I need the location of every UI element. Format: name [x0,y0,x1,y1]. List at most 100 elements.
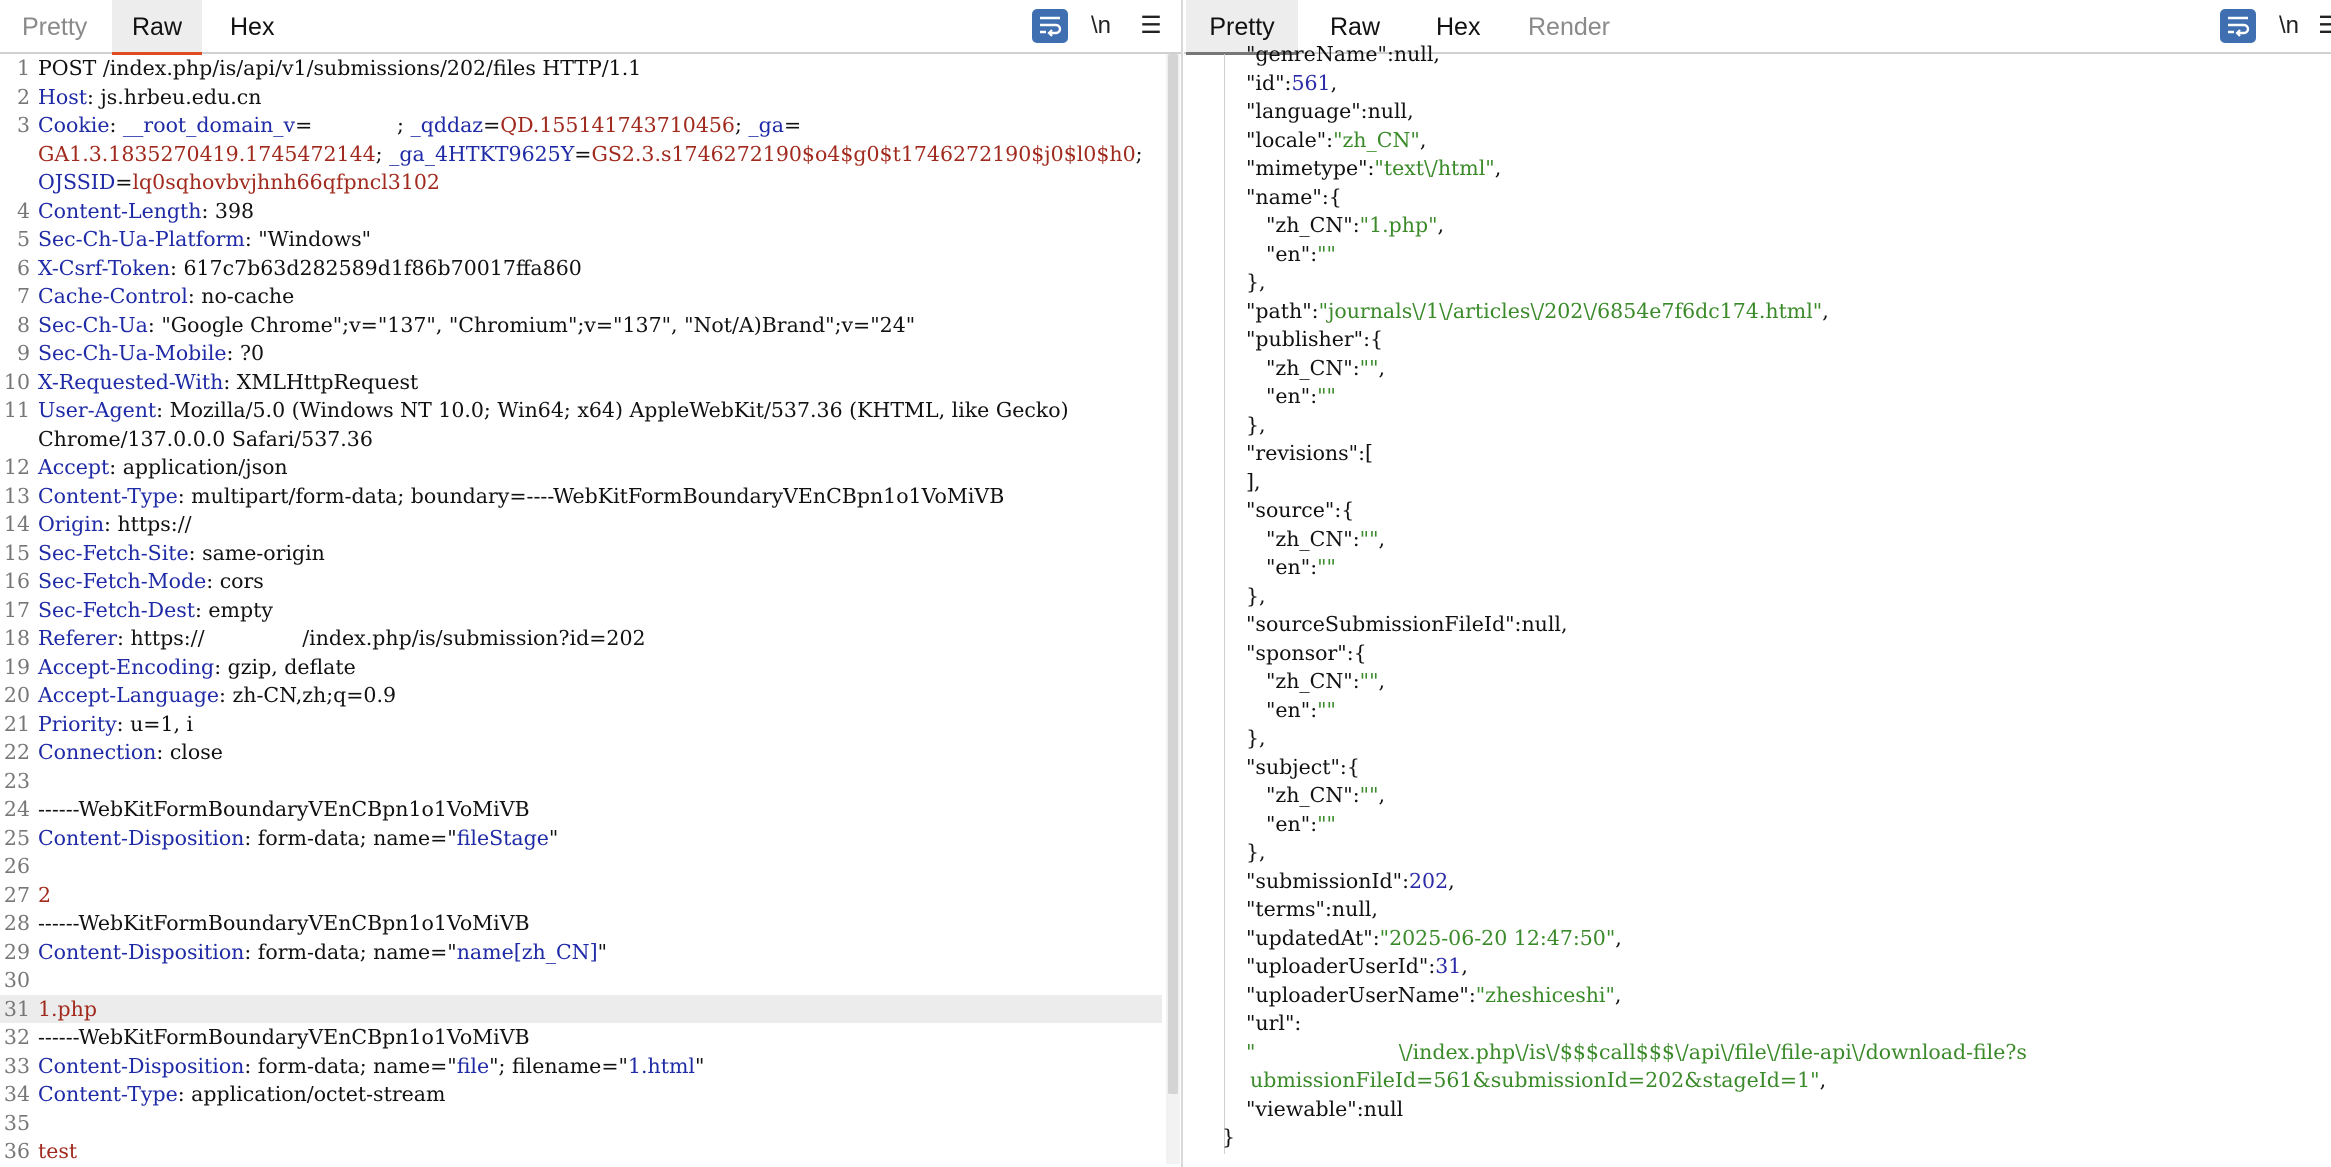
response-line[interactable]: "sponsor":{ [1246,639,1367,668]
response-line[interactable]: }, [1246,268,1266,297]
request-line[interactable]: 3 Cookie: __root_domain_v= ; _qddaz=QD.15… [0,111,1162,140]
response-line[interactable]: "revisions":[ [1246,439,1373,468]
request-line[interactable]: 33 Content-Disposition: form-data; name="… [0,1052,1162,1081]
response-line[interactable]: "zh_CN":"", [1266,781,1385,810]
response-line[interactable]: "uploaderUserName":"zheshiceshi", [1246,981,1621,1010]
response-line[interactable]: "zh_CN":"", [1266,354,1385,383]
response-line[interactable]: }, [1246,724,1266,753]
response-line[interactable]: "zh_CN":"", [1266,667,1385,696]
menu-icon[interactable]: ☰ [1136,8,1166,44]
token: :null, [1386,42,1440,66]
menu-icon[interactable]: ☰ [2318,8,2331,44]
request-line[interactable]: 10 X-Requested-With: XMLHttpRequest [0,368,1162,397]
request-line[interactable]: 5 Sec-Ch-Ua-Platform: "Windows" [0,225,1162,254]
newline-toggle-icon[interactable]: \n [1086,8,1116,44]
request-line[interactable]: GA1.3.1835270419.1745472144; _ga_4HTKT96… [0,140,1162,169]
response-line[interactable]: "en":"" [1266,240,1336,269]
request-line[interactable]: 1 POST /index.php/is/api/v1/submissions/2… [0,54,1162,83]
response-line[interactable]: "mimetype":"text\/html", [1246,154,1501,183]
response-line[interactable]: "locale":"zh_CN", [1246,126,1426,155]
response-line[interactable]: "viewable":null [1246,1095,1403,1124]
request-line[interactable]: 25 Content-Disposition: form-data; name="… [0,824,1162,853]
response-line[interactable]: "source":{ [1246,496,1354,525]
response-line[interactable]: "updatedAt":"2025-06-20 12:47:50", [1246,924,1622,953]
request-line[interactable]: 12 Accept: application/json [0,453,1162,482]
raw-request-editor[interactable]: 1 POST /index.php/is/api/v1/submissions/2… [0,54,1181,1167]
response-line[interactable]: "language":null, [1246,97,1414,126]
request-line[interactable]: 32 ------WebKitFormBoundaryVEnCBpn1o1VoMi… [0,1023,1162,1052]
token: "id" [1246,70,1285,95]
request-line[interactable]: 29 Content-Disposition: form-data; name="… [0,938,1162,967]
request-line[interactable]: 31 1.php [0,994,1162,1023]
request-line[interactable]: 16 Sec-Fetch-Mode: cors [0,567,1162,596]
response-line[interactable]: }, [1246,411,1266,440]
request-line[interactable]: OJSSID=lq0sqhovbvjhnh66qfpncl3102 [0,168,1162,197]
response-line[interactable]: "en":"" [1266,382,1336,411]
response-line[interactable]: "zh_CN":"", [1266,525,1385,554]
request-line[interactable]: 27 2 [0,881,1162,910]
request-line[interactable]: 19 Accept-Encoding: gzip, deflate [0,653,1162,682]
request-line[interactable]: 11 User-Agent: Mozilla/5.0 (Windows NT 10… [0,396,1162,425]
request-line[interactable]: 24 ------WebKitFormBoundaryVEnCBpn1o1VoMi… [0,795,1162,824]
tab-hex[interactable]: Hex [208,0,296,52]
request-line[interactable]: 2 Host: js.hrbeu.edu.cn [0,83,1162,112]
request-line[interactable]: 28 ------WebKitFormBoundaryVEnCBpn1o1VoMi… [0,909,1162,938]
response-line[interactable]: "name":{ [1246,183,1342,212]
request-line[interactable]: 30 [0,966,1162,995]
request-line[interactable]: 6 X-Csrf-Token: 617c7b63d282589d1f86b7001… [0,254,1162,283]
response-line[interactable]: "en":"" [1266,696,1336,725]
request-line[interactable]: 8 Sec-Ch-Ua: "Google Chrome";v="137", "Ch… [0,311,1162,340]
response-line[interactable]: "en":"" [1266,810,1336,839]
request-line[interactable]: 13 Content-Type: multipart/form-data; bou… [0,482,1162,511]
wrap-lines-icon[interactable] [1032,9,1068,43]
response-line[interactable]: }, [1246,838,1266,867]
request-line[interactable]: Chrome/137.0.0.0 Safari/537.36 [0,425,1162,454]
request-line[interactable]: 21 Priority: u=1, i [0,710,1162,739]
request-line[interactable]: 26 [0,852,1162,881]
request-scrollbar-thumb[interactable] [1168,54,1178,1094]
tab-raw[interactable]: Raw [112,0,202,55]
response-line[interactable]: "terms":null, [1246,895,1378,924]
response-line[interactable]: } [1222,1123,1235,1152]
wrap-lines-icon[interactable] [2220,9,2256,43]
response-line[interactable]: "uploaderUserId":31, [1246,952,1468,981]
response-line[interactable]: "submissionId":202, [1246,867,1455,896]
request-scrollbar[interactable] [1166,54,1180,1164]
request-line[interactable]: 9 Sec-Ch-Ua-Mobile: ?0 [0,339,1162,368]
request-line[interactable]: 20 Accept-Language: zh-CN,zh;q=0.9 [0,681,1162,710]
request-pane: Pretty Raw Hex \n ☰ 1 POST /index.php/is/… [0,0,1183,1167]
response-line[interactable]: }, [1246,582,1266,611]
request-line[interactable]: 15 Sec-Fetch-Site: same-origin [0,539,1162,568]
request-line[interactable]: 22 Connection: close [0,738,1162,767]
request-line[interactable]: 18 Referer: https:// /index.php/is/submis… [0,624,1162,653]
response-line[interactable]: "sourceSubmissionFileId":null, [1246,610,1568,639]
request-line[interactable]: 7 Cache-Control: no-cache [0,282,1162,311]
request-line[interactable]: 36 test [0,1137,1162,1166]
token: "zh_CN" [1266,669,1353,693]
response-line[interactable]: "id":561, [1246,69,1337,98]
token: Host [38,84,87,109]
request-line[interactable]: 4 Content-Length: 398 [0,197,1162,226]
request-line[interactable]: 17 Sec-Fetch-Dest: empty [0,596,1162,625]
response-line[interactable]: "url": [1246,1009,1301,1038]
request-line[interactable]: 35 [0,1109,1162,1138]
pretty-response-viewer[interactable]: "genreName":null, "id":561, "language":nul… [1184,42,2331,1167]
token: "en" [1266,811,1311,836]
response-line[interactable]: ubmissionFileId=561&submissionId=202&sta… [1250,1066,1826,1095]
newline-toggle-icon[interactable]: \n [2274,8,2304,44]
line-number: 12 [3,455,30,479]
token: ; [312,113,411,137]
request-line[interactable]: 34 Content-Type: application/octet-stream [0,1080,1162,1109]
response-line[interactable]: "genreName":null, [1246,40,1440,69]
response-line[interactable]: "publisher":{ [1246,325,1383,354]
request-line[interactable]: 14 Origin: https:// [0,510,1162,539]
request-line[interactable]: 23 [0,767,1162,796]
response-line[interactable]: "path":"journals\/1\/articles\/202\/6854… [1246,297,1829,326]
response-line[interactable]: " \/index.php\/is\/$$$call$$$\/api\/file… [1246,1038,2027,1067]
response-line[interactable]: "en":"" [1266,553,1336,582]
response-line[interactable]: "subject":{ [1246,753,1360,782]
response-line[interactable]: "zh_CN":"1.php", [1266,211,1444,240]
tab-pretty[interactable]: Pretty [0,0,109,52]
token: : application/json [109,455,288,479]
response-line[interactable]: ], [1246,468,1261,497]
